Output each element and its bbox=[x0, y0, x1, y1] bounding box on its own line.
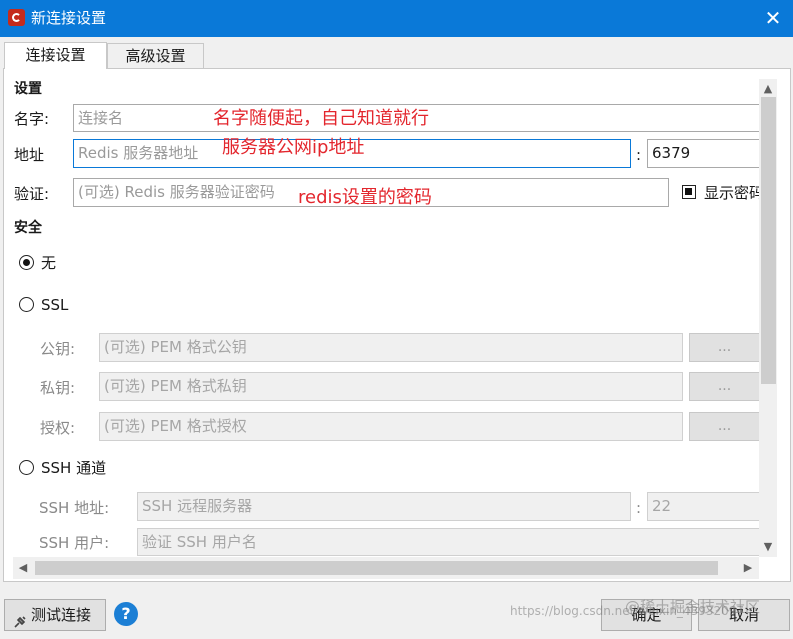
security-section-title: 安全 bbox=[14, 220, 42, 236]
annotation-auth-hint: redis设置的密码 bbox=[298, 187, 432, 208]
test-connection-button[interactable]: 测试连接 bbox=[4, 599, 106, 631]
public-key-browse-button[interactable]: ... bbox=[689, 333, 760, 362]
authority-input[interactable]: (可选) PEM 格式授权 bbox=[99, 412, 683, 441]
authority-browse-button[interactable]: ... bbox=[689, 412, 760, 441]
radio-none[interactable] bbox=[19, 255, 34, 270]
test-connection-label: 测试连接 bbox=[31, 606, 92, 624]
tab-connection-settings[interactable]: 连接设置 bbox=[4, 42, 107, 69]
address-label: 地址 bbox=[14, 146, 45, 164]
annotation-address-hint: 服务器公网ip地址 bbox=[222, 137, 365, 158]
annotation-name-hint: 名字随便起，自己知道就行 bbox=[213, 108, 429, 129]
port-input[interactable]: 6379 bbox=[647, 139, 760, 168]
window-title: 新连接设置 bbox=[31, 9, 107, 27]
checkbox-mark-icon bbox=[685, 188, 692, 195]
settings-section-title: 设置 bbox=[14, 81, 42, 97]
private-key-input[interactable]: (可选) PEM 格式私钥 bbox=[99, 372, 683, 401]
public-key-label: 公钥: bbox=[40, 340, 76, 358]
scroll-right-arrow-icon[interactable]: ▶ bbox=[739, 559, 757, 577]
ssh-port-input[interactable]: 22 bbox=[647, 492, 760, 521]
redis-app-icon bbox=[8, 9, 25, 26]
radio-ssh-label: SSH 通道 bbox=[41, 459, 107, 477]
name-label: 名字: bbox=[14, 110, 50, 128]
title-bar bbox=[0, 0, 793, 37]
radio-ssh[interactable] bbox=[19, 460, 34, 475]
scroll-left-arrow-icon[interactable]: ◀ bbox=[14, 559, 32, 577]
close-button[interactable]: ✕ bbox=[757, 3, 789, 33]
port-separator: : bbox=[636, 146, 642, 164]
site-watermark: @稀土掘金技术社区 bbox=[625, 598, 761, 616]
tab-advanced-settings[interactable]: 高级设置 bbox=[107, 43, 204, 68]
auth-label: 验证: bbox=[14, 185, 50, 203]
radio-ssl-label: SSL bbox=[41, 296, 69, 314]
horizontal-scroll-thumb[interactable] bbox=[35, 561, 718, 575]
ssh-user-label: SSH 用户: bbox=[39, 534, 110, 552]
plug-icon bbox=[13, 609, 27, 628]
ssh-user-input[interactable]: 验证 SSH 用户名 bbox=[137, 528, 760, 556]
private-key-browse-button[interactable]: ... bbox=[689, 372, 760, 401]
show-password-checkbox[interactable] bbox=[682, 185, 696, 199]
public-key-input[interactable]: (可选) PEM 格式公钥 bbox=[99, 333, 683, 362]
ssh-address-label: SSH 地址: bbox=[39, 499, 110, 517]
scroll-up-arrow-icon[interactable]: ▲ bbox=[759, 80, 777, 98]
scroll-down-arrow-icon[interactable]: ▼ bbox=[759, 538, 777, 556]
show-password-label: 显示密码 bbox=[704, 184, 759, 202]
ssh-address-input[interactable]: SSH 远程服务器 bbox=[137, 492, 631, 521]
radio-none-label: 无 bbox=[41, 254, 57, 272]
help-icon[interactable]: ? bbox=[114, 602, 138, 626]
ssh-port-separator: : bbox=[636, 499, 642, 517]
vertical-scroll-thumb[interactable] bbox=[761, 97, 776, 384]
radio-ssl[interactable] bbox=[19, 297, 34, 312]
private-key-label: 私钥: bbox=[40, 379, 76, 397]
authority-label: 授权: bbox=[40, 419, 76, 437]
